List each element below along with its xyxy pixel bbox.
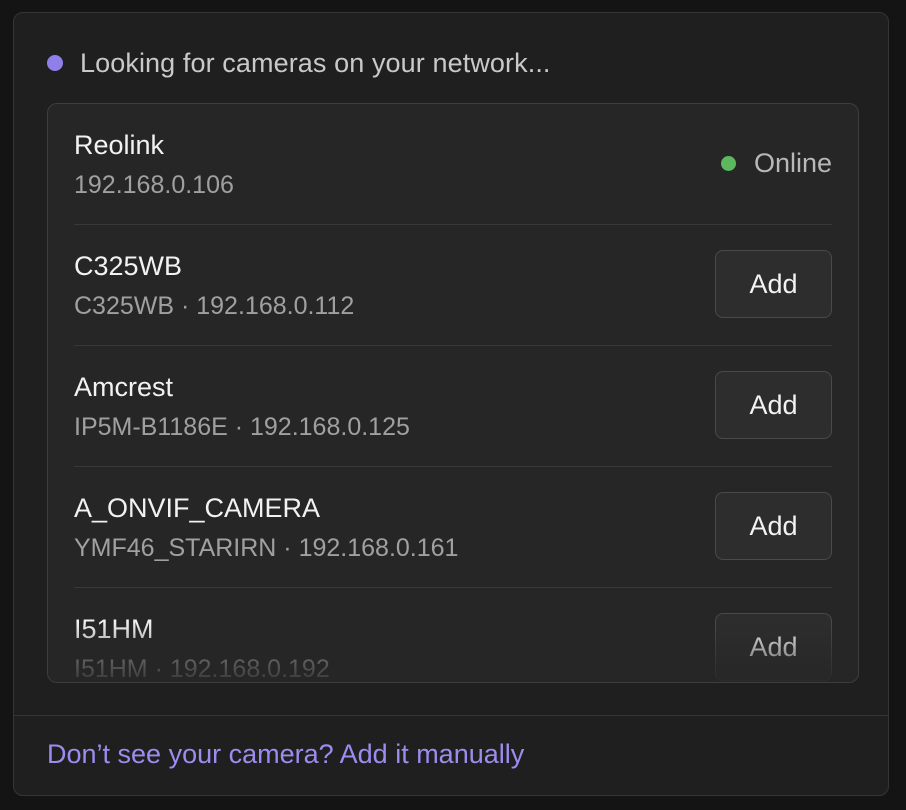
online-dot-icon <box>720 156 736 171</box>
scan-status: Looking for cameras on your network... <box>47 47 551 79</box>
camera-address: I51HM · 192.168.0.192 <box>74 655 330 683</box>
camera-address: C325WB · 192.168.0.112 <box>74 292 355 320</box>
scanning-indicator-icon <box>47 55 63 71</box>
online-status: Online <box>720 148 832 179</box>
online-status-label: Online <box>753 148 832 178</box>
camera-name: Reolink <box>74 130 165 160</box>
camera-name: I51HM <box>74 614 154 644</box>
camera-row-i51hm: I51HM I51HM · 192.168.0.192 Add <box>74 588 832 683</box>
camera-address: 192.168.0.106 <box>74 171 234 199</box>
camera-row-c325wb: C325WB C325WB · 192.168.0.112 Add <box>74 225 832 346</box>
add-manually-link[interactable]: Don’t see your camera? Add it manually <box>47 739 524 770</box>
scan-status-text: Looking for cameras on your network... <box>80 47 551 78</box>
camera-list[interactable]: Reolink 192.168.0.106 Online C325WB C325… <box>47 103 859 683</box>
camera-row-onvif: A_ONVIF_CAMERA YMF46_STARIRN · 192.168.0… <box>74 467 832 588</box>
camera-address: IP5M-B1186E · 192.168.0.125 <box>74 413 410 441</box>
camera-row-amcrest: Amcrest IP5M-B1186E · 192.168.0.125 Add <box>74 346 832 467</box>
add-camera-button[interactable]: Add <box>715 250 832 318</box>
camera-discovery-dialog: Looking for cameras on your network... R… <box>13 12 889 796</box>
camera-name: Amcrest <box>74 372 174 402</box>
camera-name: C325WB <box>74 251 183 281</box>
add-camera-button[interactable]: Add <box>715 371 832 439</box>
camera-address: YMF46_STARIRN · 192.168.0.161 <box>74 534 459 562</box>
camera-name: A_ONVIF_CAMERA <box>74 493 321 523</box>
camera-row-reolink: Reolink 192.168.0.106 Online <box>74 104 832 225</box>
add-camera-button[interactable]: Add <box>715 492 832 560</box>
footer-divider <box>14 715 888 716</box>
add-camera-button[interactable]: Add <box>715 613 832 681</box>
